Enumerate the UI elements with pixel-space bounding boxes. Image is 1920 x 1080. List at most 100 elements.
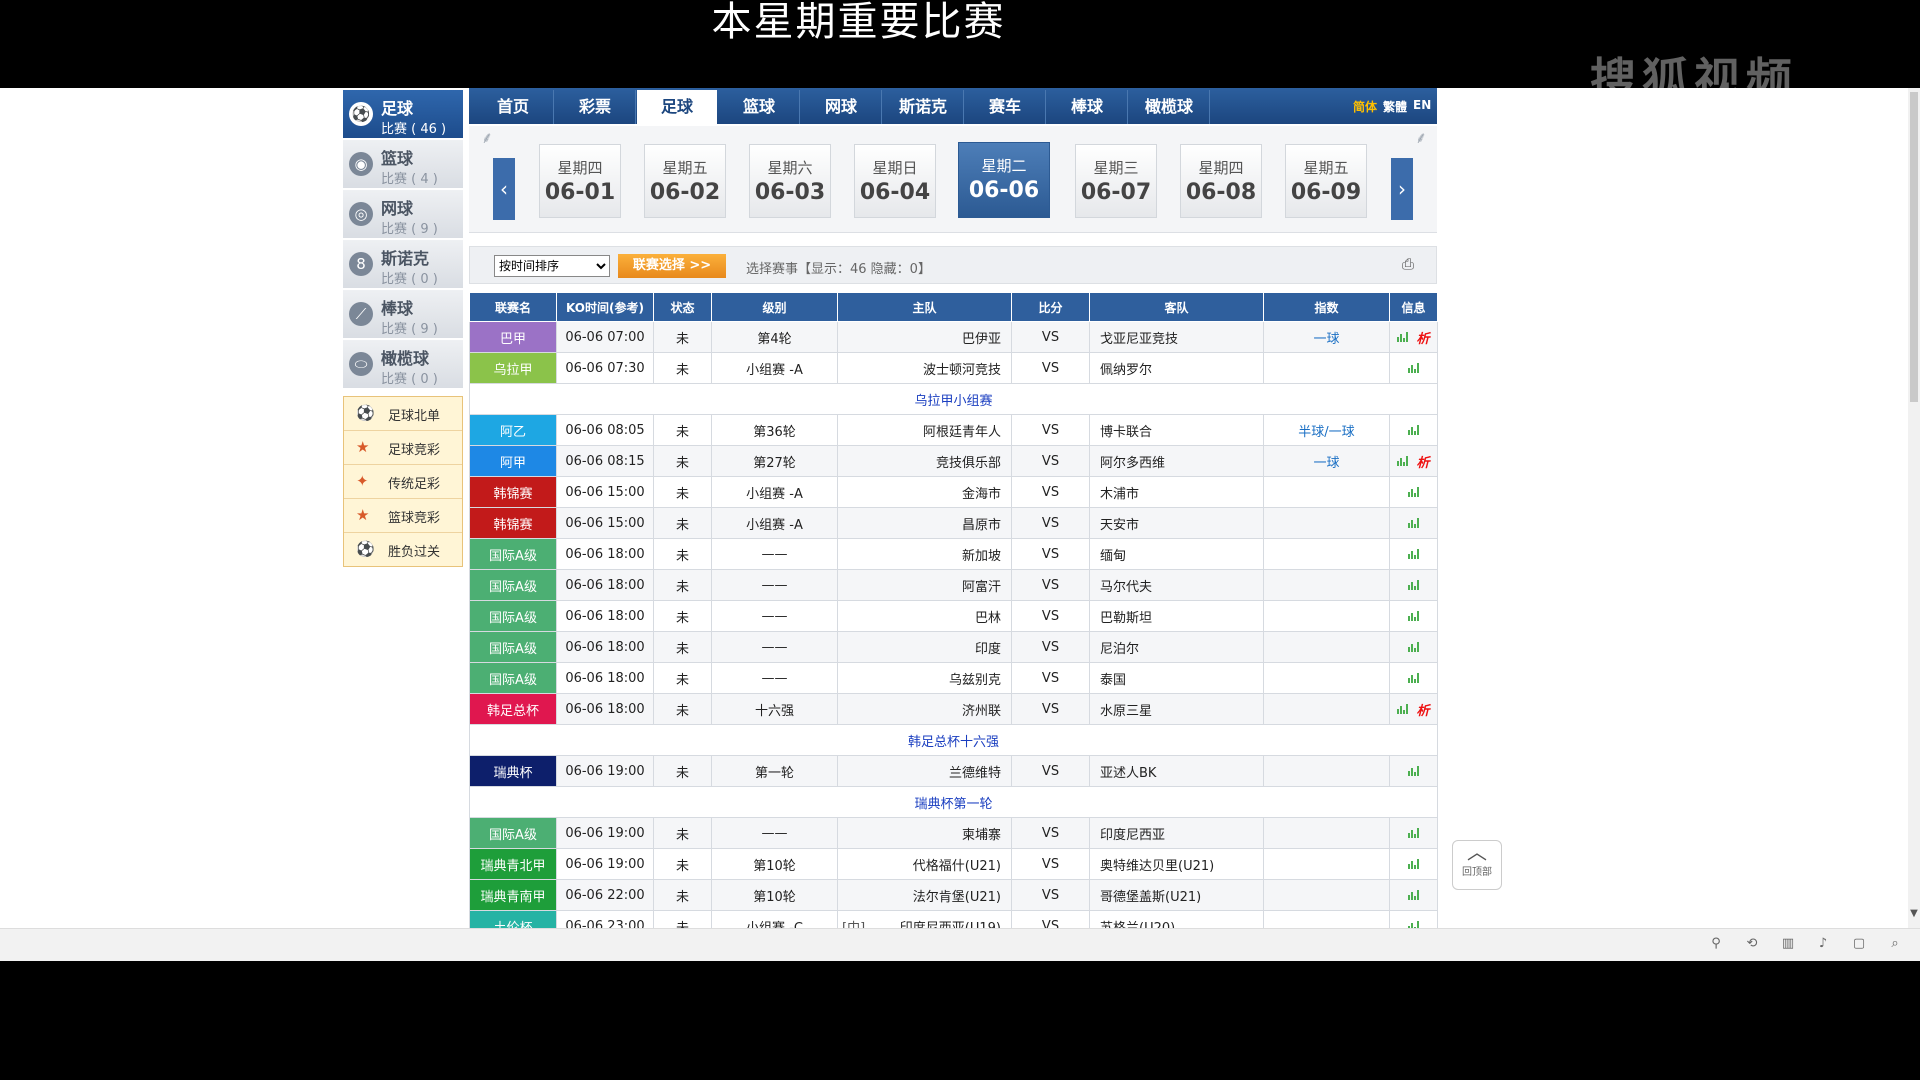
away-team[interactable]: 天安市 <box>1089 507 1264 539</box>
chart-icon[interactable] <box>1408 518 1419 528</box>
delete-icon[interactable]: ▥ <box>1778 936 1798 951</box>
language-option[interactable]: EN <box>1413 98 1431 112</box>
nav-tab-4[interactable]: 网球 <box>801 90 882 124</box>
league-cell[interactable]: 瑞典青北甲 <box>469 848 557 880</box>
table-row[interactable]: 巴甲 06-06 07:00 未第4轮 巴伊亚 VS 戈亚尼亚竞技 一球 析 <box>469 321 1438 353</box>
share-icon[interactable]: ⟲ <box>1742 936 1762 951</box>
date-tab[interactable]: 星期四 06-08 <box>1180 144 1262 218</box>
chart-icon[interactable] <box>1408 766 1419 776</box>
away-team[interactable]: 马尔代夫 <box>1089 569 1264 601</box>
page-scrollbar[interactable]: ▼ <box>1908 88 1920 928</box>
odds-cell[interactable] <box>1263 507 1390 539</box>
odds-cell[interactable] <box>1263 662 1390 694</box>
table-row[interactable]: 国际A级 06-06 18:00 未 —— 新加坡 VS 缅甸 <box>469 538 1438 570</box>
chart-icon[interactable] <box>1408 890 1419 900</box>
league-cell[interactable]: 国际A级 <box>469 538 557 570</box>
chart-icon[interactable] <box>1408 487 1419 497</box>
lottery-item[interactable]: ★ 篮球竞彩 <box>344 499 462 533</box>
chart-icon[interactable] <box>1408 363 1419 373</box>
date-tab[interactable]: 星期五 06-09 <box>1285 144 1367 218</box>
date-tab[interactable]: 星期四 06-01 <box>539 144 621 218</box>
home-team[interactable]: [中] 印度尼西亚(U19) <box>837 910 1012 928</box>
away-team[interactable]: 亚述人BK <box>1089 755 1264 787</box>
home-team[interactable]: 代格福什(U21) <box>837 848 1012 880</box>
sidebar-sport-3[interactable]: 8 斯诺克 比赛 ( 0 ) <box>343 240 463 288</box>
league-cell[interactable]: 国际A级 <box>469 631 557 663</box>
lottery-item[interactable]: ⚽ 足球北单 <box>344 397 462 431</box>
home-team[interactable]: 昌原市 <box>837 507 1012 539</box>
away-team[interactable]: 奥特维达贝里(U21) <box>1089 848 1264 880</box>
lottery-item[interactable]: ⚽ 胜负过关 <box>344 533 462 566</box>
nav-tab-7[interactable]: 棒球 <box>1047 90 1128 124</box>
league-cell[interactable]: 韩足总杯 <box>469 693 557 725</box>
table-row[interactable]: 瑞典杯 06-06 19:00 未第一轮 兰德维特 VS 亚述人BK <box>469 755 1438 787</box>
league-cell[interactable]: 瑞典杯 <box>469 755 557 787</box>
chart-icon[interactable] <box>1408 580 1419 590</box>
volume-icon[interactable]: ♪ <box>1813 936 1833 951</box>
chart-icon[interactable] <box>1408 859 1419 869</box>
home-team[interactable]: 阿富汗 <box>837 569 1012 601</box>
chart-icon[interactable] <box>1397 332 1409 342</box>
sidebar-sport-1[interactable]: ◉ 篮球 比赛 ( 4 ) <box>343 140 463 188</box>
date-tab[interactable]: 星期日 06-04 <box>854 144 936 218</box>
home-team[interactable]: 金海市 <box>837 476 1012 508</box>
nav-tab-0[interactable]: 首页 <box>473 90 554 124</box>
home-team[interactable]: 济州联 <box>837 693 1012 725</box>
table-row[interactable]: 韩足总杯 06-06 18:00 未十六强 济州联 VS 水原三星 析 <box>469 693 1438 725</box>
odds-cell[interactable] <box>1263 879 1390 911</box>
language-option[interactable]: 繁體 <box>1383 98 1407 115</box>
table-row[interactable]: 国际A级 06-06 18:00 未 —— 阿富汗 VS 马尔代夫 <box>469 569 1438 601</box>
league-cell[interactable]: 土伦杯 <box>469 910 557 928</box>
away-team[interactable]: 泰国 <box>1089 662 1264 694</box>
scrollbar-thumb[interactable] <box>1910 92 1918 402</box>
table-row[interactable]: 韩锦赛 06-06 15:00 未小组赛 -A 金海市 VS 木浦市 <box>469 476 1438 508</box>
chart-icon[interactable] <box>1408 549 1419 559</box>
odds-cell[interactable] <box>1263 569 1390 601</box>
chart-icon[interactable] <box>1397 704 1409 714</box>
nav-tab-8[interactable]: 橄榄球 <box>1129 90 1210 124</box>
league-cell[interactable]: 阿甲 <box>469 445 557 477</box>
odds-cell[interactable] <box>1263 476 1390 508</box>
odds-cell[interactable]: 一球 <box>1263 445 1390 477</box>
chart-icon[interactable] <box>1408 642 1419 652</box>
sort-select[interactable]: 按时间排序 <box>494 255 610 277</box>
away-team[interactable]: 苏格兰(U20) <box>1089 910 1264 928</box>
odds-cell[interactable] <box>1263 352 1390 384</box>
lottery-item[interactable]: ★ 足球竞彩 <box>344 431 462 465</box>
nav-tab-1[interactable]: 彩票 <box>555 90 636 124</box>
odds-cell[interactable] <box>1263 600 1390 632</box>
odds-cell[interactable] <box>1263 910 1390 928</box>
home-team[interactable]: 印度 <box>837 631 1012 663</box>
round-subheader-label[interactable]: 韩足总杯十六强 <box>469 724 1438 756</box>
chart-icon[interactable] <box>1408 828 1419 838</box>
date-tab[interactable]: 星期三 06-07 <box>1075 144 1157 218</box>
round-subheader-label[interactable]: 乌拉甲小组赛 <box>469 383 1438 415</box>
away-team[interactable]: 木浦市 <box>1089 476 1264 508</box>
home-team[interactable]: 巴林 <box>837 600 1012 632</box>
league-cell[interactable]: 国际A级 <box>469 662 557 694</box>
league-cell[interactable]: 国际A级 <box>469 569 557 601</box>
away-team[interactable]: 博卡联合 <box>1089 414 1264 446</box>
pin-window-icon[interactable]: ⚲ <box>1706 936 1726 951</box>
table-row[interactable]: 瑞典青北甲 06-06 19:00 未第10轮 代格福什(U21) VS 奥特维达贝里(U… <box>469 848 1438 880</box>
analysis-icon[interactable]: 析 <box>1416 452 1429 471</box>
table-row[interactable]: 国际A级 06-06 19:00 未 —— 柬埔寨 VS 印度尼西亚 <box>469 817 1438 849</box>
odds-cell[interactable] <box>1263 693 1390 725</box>
away-team[interactable]: 哥德堡盖斯(U21) <box>1089 879 1264 911</box>
prev-week-button[interactable]: ‹ <box>493 158 515 220</box>
away-team[interactable]: 水原三星 <box>1089 693 1264 725</box>
home-team[interactable]: 阿根廷青年人 <box>837 414 1012 446</box>
away-team[interactable]: 戈亚尼亚竞技 <box>1089 321 1264 353</box>
league-cell[interactable]: 巴甲 <box>469 321 557 353</box>
sidebar-sport-4[interactable]: ⟋ 棒球 比赛 ( 9 ) <box>343 290 463 338</box>
next-week-button[interactable]: › <box>1391 158 1413 220</box>
table-row[interactable]: 国际A级 06-06 18:00 未 —— 印度 VS 尼泊尔 <box>469 631 1438 663</box>
away-team[interactable]: 佩纳罗尔 <box>1089 352 1264 384</box>
date-tab[interactable]: 星期二 06-06 <box>958 142 1050 218</box>
away-team[interactable]: 尼泊尔 <box>1089 631 1264 663</box>
chart-icon[interactable] <box>1408 611 1419 621</box>
away-team[interactable]: 印度尼西亚 <box>1089 817 1264 849</box>
home-team[interactable]: 竞技俱乐部 <box>837 445 1012 477</box>
home-team[interactable]: 波士顿河竞技 <box>837 352 1012 384</box>
odds-cell[interactable] <box>1263 755 1390 787</box>
